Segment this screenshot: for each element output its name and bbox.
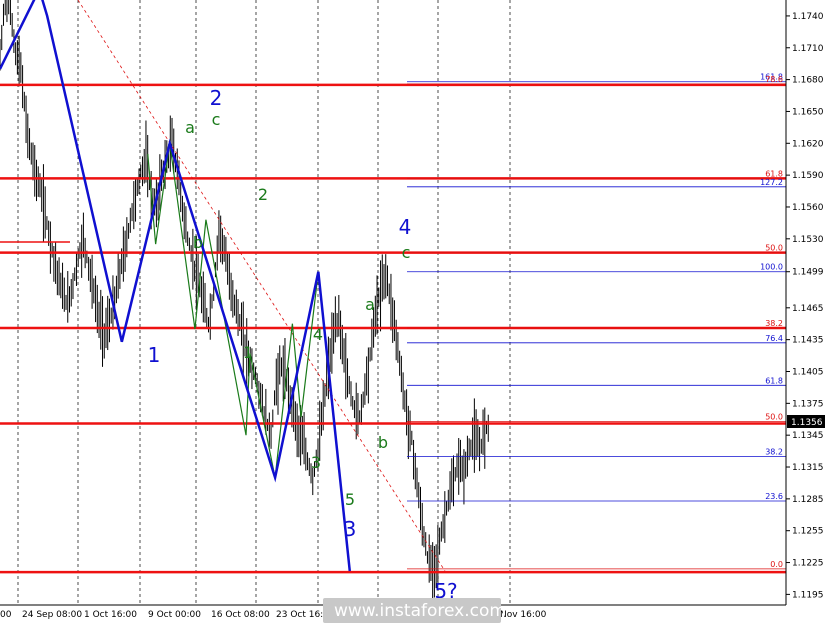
y-tick-label-6: 1.1560 [792, 203, 824, 213]
y-tick-label-5: 1.1590 [792, 171, 824, 181]
watermark-text: www.instaforex.com [334, 601, 506, 621]
fib-label-7: 76.4 [765, 334, 783, 343]
fib-label-9: 50.0 [765, 412, 783, 421]
fib-label-12: 0.0 [770, 560, 783, 569]
fib-label-10: 38.2 [765, 447, 783, 456]
current-price-tag: 1.1356 [787, 415, 825, 428]
fib-label-4: 50.0 [765, 244, 783, 253]
wave-label-minor-4: 1 [243, 343, 253, 362]
wave-label-minor-7: 5 [345, 490, 355, 509]
wave-label-main-1: 1 [148, 343, 161, 367]
x-tick-label-0: 00 [0, 610, 12, 620]
wave-label-minor-9: b [378, 433, 388, 452]
y-tick-label-3: 1.1650 [792, 107, 824, 117]
fib-label-3: 127.2 [760, 178, 783, 187]
y-tick-label-17: 1.1225 [792, 559, 824, 569]
wave-label-minor-0: a [185, 118, 195, 137]
y-tick-label-9: 1.1465 [792, 304, 824, 314]
fib-label-5: 100.0 [760, 263, 783, 272]
wave-label-minor-1: c [212, 110, 221, 129]
fib-label-11: 23.6 [765, 492, 783, 501]
wave-label-minor-8: a [365, 295, 375, 314]
y-tick-label-0: 1.1740 [792, 12, 824, 22]
chart-background [0, 0, 825, 625]
x-tick-label-7: Nov 16:00 [500, 610, 547, 620]
fib-label-1: 78.6 [765, 75, 783, 84]
wave-label-minor-10: c [402, 243, 411, 262]
y-tick-label-16: 1.1255 [792, 527, 824, 537]
y-tick-label-7: 1.1530 [792, 235, 824, 245]
y-tick-label-10: 1.1435 [792, 336, 824, 346]
y-tick-label-18: 1.1195 [792, 590, 824, 600]
wave-label-minor-6: 3 [311, 453, 321, 472]
wave-label-main-2: 4 [399, 215, 412, 239]
y-tick-label-11: 1.1405 [792, 367, 824, 377]
fib-label-8: 61.8 [765, 376, 783, 385]
x-tick-label-3: 9 Oct 00:00 [148, 610, 201, 620]
price-chart: 161.878.661.8127.250.0100.038.276.461.85… [0, 0, 825, 625]
y-tick-label-4: 1.1620 [792, 139, 824, 149]
y-tick-label-2: 1.1680 [792, 76, 824, 86]
y-tick-label-12: 1.1375 [792, 399, 824, 409]
y-tick-label-1: 1.1710 [792, 44, 824, 54]
y-tick-label-15: 1.1285 [792, 495, 824, 505]
x-tick-label-1: 24 Sep 08:00 [22, 610, 82, 620]
wave-label-main-3: 3 [344, 517, 357, 541]
fib-label-6: 38.2 [765, 319, 783, 328]
y-tick-label-8: 1.1499 [792, 268, 824, 278]
wave-label-main-0: 2 [210, 86, 223, 110]
wave-label-minor-2: b [193, 233, 203, 252]
x-tick-label-2: 1 Oct 16:00 [84, 610, 137, 620]
wave-label-minor-3: 2 [258, 185, 268, 204]
wave-label-minor-5: 4 [313, 325, 323, 344]
watermark: www.instaforex.com [323, 598, 506, 623]
x-tick-label-4: 16 Oct 08:00 [211, 610, 270, 620]
y-tick-label-14: 1.1315 [792, 463, 824, 473]
price-tag-text: 1.1356 [791, 418, 823, 428]
y-tick-label-13: 1.1345 [792, 431, 824, 441]
